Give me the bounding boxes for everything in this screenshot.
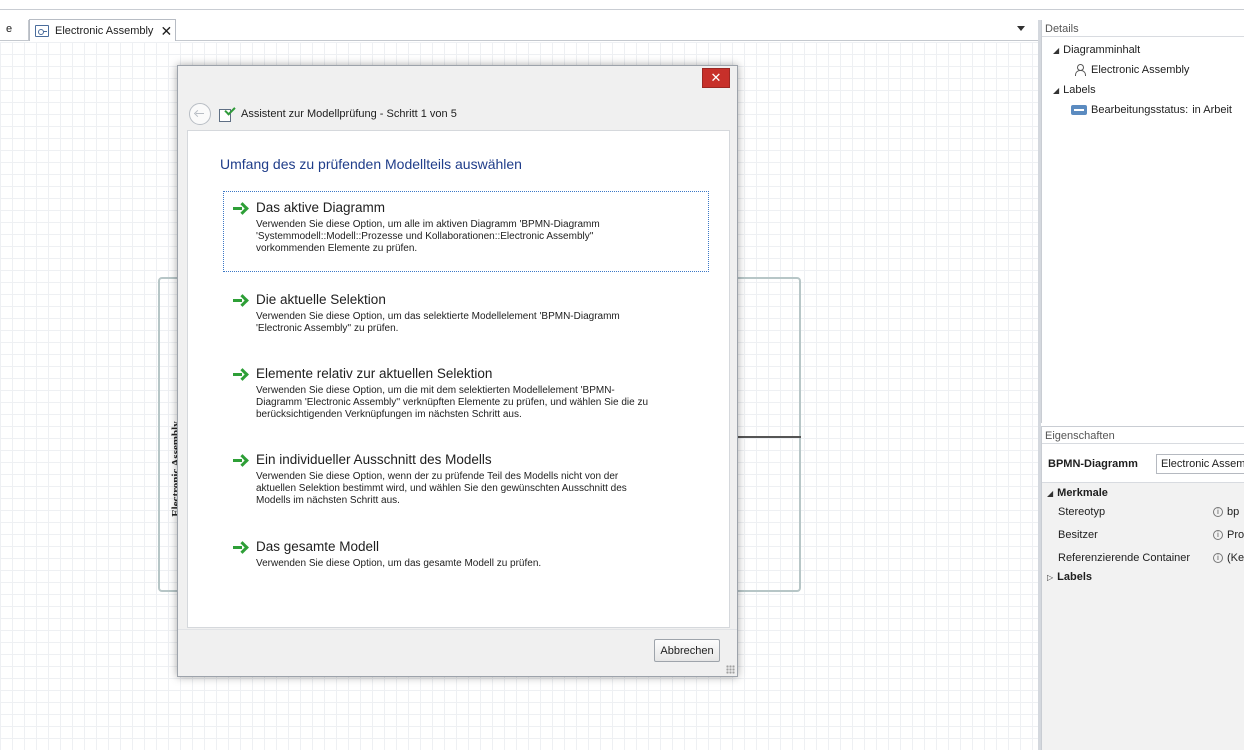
description-line: berücksichtigenden Verknüpfungen im näch… (256, 409, 522, 420)
description-line: Diagramm 'Electronic Assembly'' verknüpf… (256, 397, 649, 408)
properties-panel: Eigenschaften BPMN-Diagramm Electronic A… (1041, 426, 1244, 750)
properties-grid: ◢ Merkmale Stereotyp i bp Besitzer i Pro… (1042, 482, 1244, 750)
option-custom-section[interactable]: Ein individueller Ausschnitt des Modells… (223, 443, 709, 514)
section-label: Merkmale (1057, 487, 1108, 499)
tab-previous-label: e (6, 23, 13, 35)
option-description: Verwenden Sie diese Option, um das selek… (256, 311, 702, 335)
tree-node-bearbeitungsstatus[interactable]: Bearbeitungsstatus: in Arbeit (1071, 104, 1232, 116)
option-title: Die aktuelle Selektion (256, 292, 386, 307)
description-line: Verwenden Sie diese Option, um alle im a… (256, 219, 600, 230)
info-icon[interactable]: i (1213, 530, 1223, 540)
description-line: Verwenden Sie diese Option, um das selek… (256, 311, 620, 322)
green-arrow-icon (233, 541, 245, 553)
label-name: Bearbeitungsstatus: (1091, 104, 1189, 116)
option-current-selection[interactable]: Die aktuelle Selektion Verwenden Sie die… (223, 283, 709, 342)
green-arrow-icon (233, 454, 245, 466)
collapse-triangle-icon[interactable]: ▷ (1047, 573, 1053, 582)
option-relative-elements[interactable]: Elemente relativ zur aktuellen Selektion… (223, 357, 709, 428)
tab-title: Electronic Assembly (55, 24, 154, 37)
section-merkmale[interactable]: ◢ Merkmale (1047, 487, 1108, 499)
description-line: 'Systemmodell::Modell::Prozesse und Koll… (256, 231, 594, 242)
option-description: Verwenden Sie diese Option, um alle im a… (256, 219, 702, 255)
option-title-row: Elemente relativ zur aktuellen Selektion (233, 366, 702, 381)
tab-previous[interactable]: e (0, 20, 29, 41)
participant-icon (1073, 64, 1087, 76)
option-description: Verwenden Sie diese Option, um die mit d… (256, 385, 702, 421)
description-line: aktuellen Selektion bestimmt wird, und w… (256, 483, 627, 494)
properties-type-row: BPMN-Diagramm Electronic Assemb (1042, 453, 1244, 475)
description-line: Verwenden Sie diese Option, um das gesam… (256, 558, 542, 569)
details-header: Details (1042, 20, 1244, 37)
element-type-label: BPMN-Diagramm (1048, 458, 1138, 470)
option-active-diagram[interactable]: Das aktive Diagramm Verwenden Sie diese … (223, 191, 709, 272)
wizard-title: Assistent zur Modellprüfung - Schritt 1 … (241, 108, 457, 120)
close-icon[interactable]: ✕ (160, 24, 172, 38)
tree-node-label: Electronic Assembly (1091, 64, 1190, 76)
property-name: Referenzierende Container (1058, 552, 1191, 564)
property-value[interactable]: Pro (1227, 529, 1244, 541)
cancel-button[interactable]: Abbrechen (654, 639, 720, 662)
expand-triangle-icon[interactable]: ◢ (1053, 46, 1059, 55)
property-name: Stereotyp (1058, 506, 1106, 518)
property-row-referenzierende-container[interactable]: Referenzierende Container i (Ke (1042, 548, 1244, 568)
element-name-field[interactable]: Electronic Assemb (1156, 454, 1244, 474)
close-button[interactable]: ✕ (702, 68, 730, 88)
expand-triangle-icon[interactable]: ◢ (1047, 489, 1053, 498)
diagram-icon (35, 24, 49, 37)
description-line: Modells im nächsten Schritt aus. (256, 495, 400, 506)
tree-node-electronic-assembly[interactable]: Electronic Assembly (1073, 64, 1189, 76)
wizard-header: Assistent zur Modellprüfung - Schritt 1 … (189, 103, 457, 125)
option-entire-model[interactable]: Das gesamte Modell Verwenden Sie diese O… (223, 530, 709, 577)
model-check-icon (218, 106, 234, 122)
option-title-row: Ein individueller Ausschnitt des Modells (233, 452, 702, 467)
option-title-row: Das aktive Diagramm (233, 200, 702, 215)
description-line: Verwenden Sie diese Option, um die mit d… (256, 385, 615, 396)
green-arrow-icon (233, 368, 245, 380)
option-description: Verwenden Sie diese Option, wenn der zu … (256, 471, 702, 507)
property-name: Besitzer (1058, 529, 1098, 541)
wizard-content: Umfang des zu prüfenden Modellteils ausw… (187, 130, 730, 628)
property-row-stereotyp[interactable]: Stereotyp i bp (1042, 502, 1244, 522)
green-arrow-icon (233, 294, 245, 306)
option-description: Verwenden Sie diese Option, um das gesam… (256, 558, 702, 570)
editor-tab-bar: e Electronic Assembly ✕ (0, 19, 1038, 41)
tree-node-labels[interactable]: ◢ Labels (1053, 84, 1096, 96)
tab-electronic-assembly[interactable]: Electronic Assembly ✕ (29, 19, 176, 41)
wizard-heading: Umfang des zu prüfenden Modellteils ausw… (220, 156, 522, 172)
description-line: vorkommenden Elemente zu prüfen. (256, 243, 418, 254)
label-icon (1071, 105, 1087, 115)
info-icon[interactable]: i (1213, 507, 1223, 517)
property-value[interactable]: bp (1227, 506, 1244, 518)
chevron-down-icon[interactable] (1017, 26, 1025, 31)
section-labels[interactable]: ▷ Labels (1047, 571, 1092, 583)
expand-triangle-icon[interactable]: ◢ (1053, 86, 1059, 95)
green-arrow-icon (233, 202, 245, 214)
description-line: Verwenden Sie diese Option, wenn der zu … (256, 471, 619, 482)
model-check-wizard-dialog: ✕ Assistent zur Modellprüfung - Schritt … (177, 65, 738, 677)
tree-node-diagramminhalt[interactable]: ◢ Diagramminhalt (1053, 44, 1140, 56)
property-row-besitzer[interactable]: Besitzer i Pro (1042, 525, 1244, 545)
section-label: Labels (1057, 571, 1093, 583)
tree-node-label: Diagramminhalt (1063, 44, 1141, 56)
option-title: Ein individueller Ausschnitt des Modells (256, 452, 492, 467)
property-value[interactable]: (Ke (1227, 552, 1244, 564)
resize-grip-icon[interactable] (726, 665, 735, 674)
back-button[interactable] (189, 103, 211, 125)
properties-header: Eigenschaften (1042, 427, 1244, 444)
description-line: 'Electronic Assembly'' zu prüfen. (256, 323, 399, 334)
details-panel: Details ◢ Diagramminhalt Electronic Asse… (1041, 20, 1244, 423)
tree-node-label: Labels (1063, 84, 1096, 96)
info-icon[interactable]: i (1213, 553, 1223, 563)
option-title: Das aktive Diagramm (256, 200, 386, 215)
option-title: Elemente relativ zur aktuellen Selektion (256, 366, 493, 381)
option-title: Das gesamte Modell (256, 539, 380, 554)
option-title-row: Die aktuelle Selektion (233, 292, 702, 307)
option-title-row: Das gesamte Modell (233, 539, 702, 554)
label-value: in Arbeit (1192, 104, 1232, 116)
window-top-strip (0, 0, 1244, 10)
footer-divider (178, 629, 737, 630)
